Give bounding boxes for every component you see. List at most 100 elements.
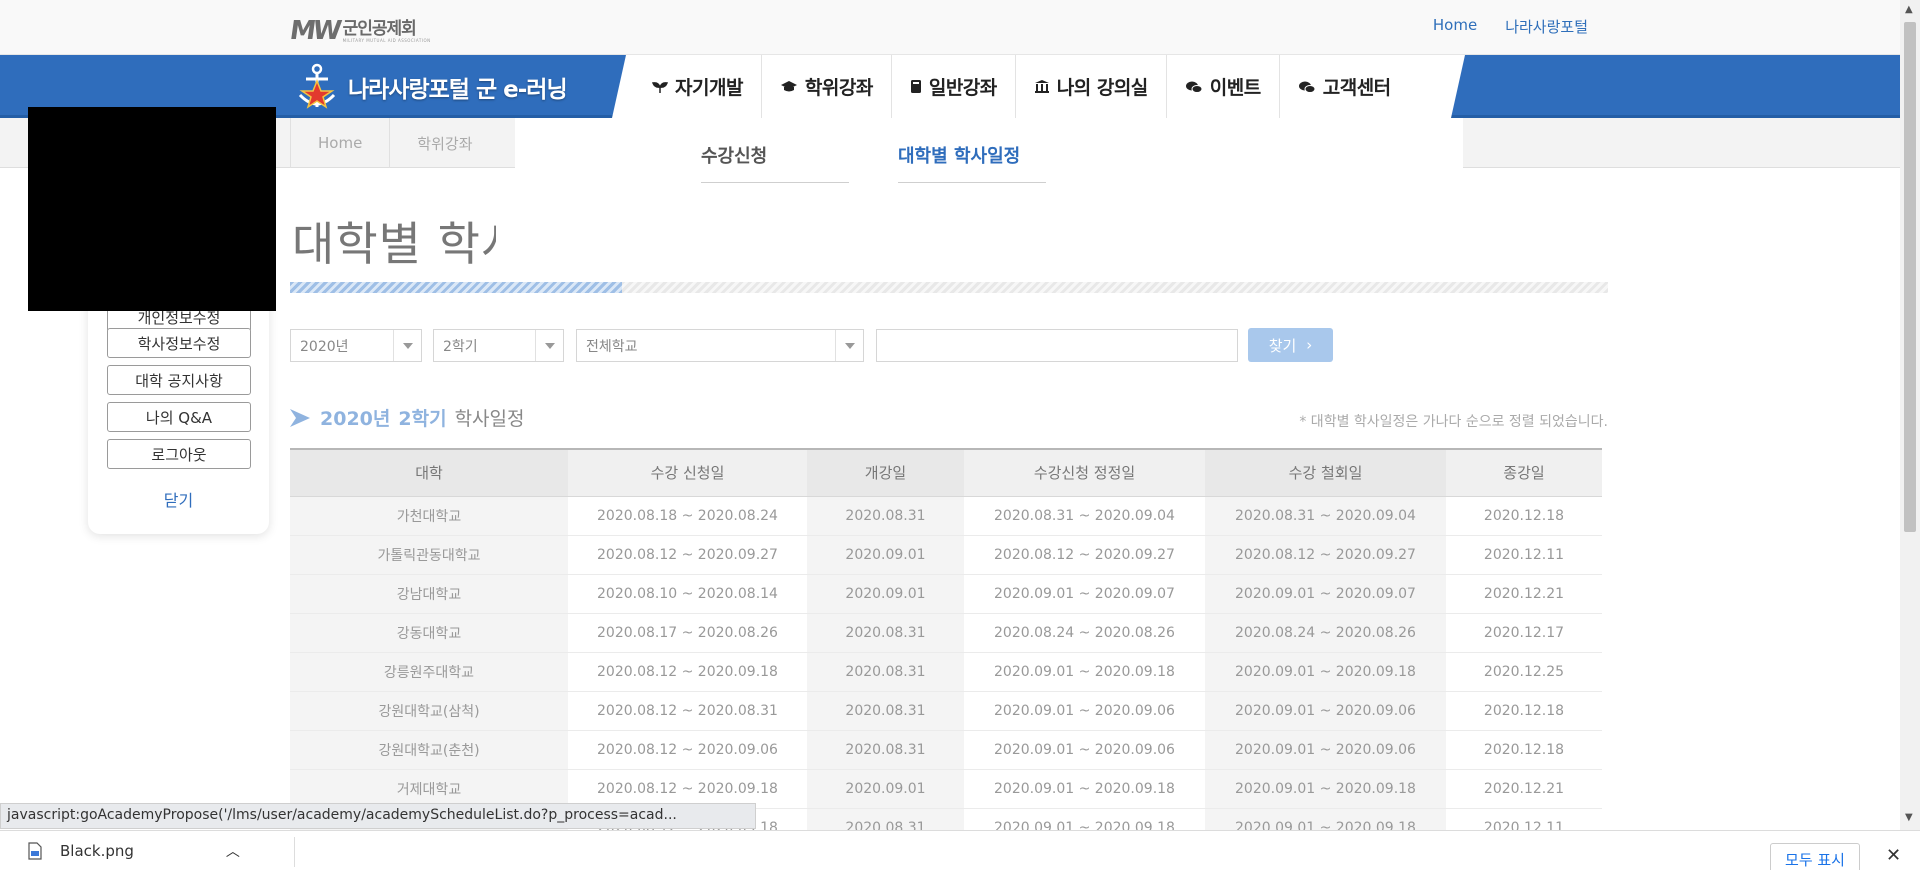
col-header-university: 대학 xyxy=(290,448,568,497)
table-cell: 2020.12.11 xyxy=(1446,535,1602,575)
table-cell: 가천대학교 xyxy=(290,496,568,536)
mw-logo[interactable]: MW 군인공제회 MILITARY MUTUAL AID ASSOCIATION xyxy=(287,16,431,46)
year-select[interactable]: 2020년 xyxy=(290,329,422,362)
brand-logo[interactable]: 나라사랑포털 군 e-러닝 xyxy=(292,59,568,115)
page-title: 대학별 학시 xyxy=(292,217,525,271)
graduation-cap-icon xyxy=(780,80,798,93)
table-cell: 강원대학교(삼척) xyxy=(290,691,568,731)
table-row: 강원대학교(춘천) 2020.08.12 ~ 2020.09.06 2020.08.… xyxy=(290,730,1602,770)
table-cell: 2020.08.31 xyxy=(807,730,964,770)
file-icon xyxy=(28,842,42,860)
download-separator xyxy=(294,837,295,867)
table-cell: 2020.08.24 ~ 2020.08.26 xyxy=(1205,613,1446,653)
menu-degree-courses[interactable]: 학위강좌 xyxy=(762,55,892,118)
chevron-right-icon: › xyxy=(1306,336,1313,354)
download-filename: Black.png xyxy=(60,842,134,860)
table-cell: 2020.08.18 ~ 2020.08.24 xyxy=(568,496,807,536)
table-row: 가천대학교 2020.08.18 ~ 2020.08.24 2020.08.31 20… xyxy=(290,496,1602,536)
table-cell: 2020.09.01 ~ 2020.09.18 xyxy=(964,769,1205,809)
table-cell: 2020.09.01 ~ 2020.09.06 xyxy=(964,691,1205,731)
search-input[interactable] xyxy=(876,329,1238,362)
anchor-star-emblem-icon xyxy=(298,63,336,109)
chevron-up-icon[interactable]: ︿ xyxy=(226,841,240,861)
table-cell: 2020.08.17 ~ 2020.08.26 xyxy=(568,613,807,653)
table-row: 강원대학교(삼척) 2020.08.12 ~ 2020.08.31 2020.08.… xyxy=(290,691,1602,731)
status-url-bar: javascript:goAcademyPropose('/lms/user/a… xyxy=(0,803,756,829)
page-scrollbar[interactable]: ▲ ▼ xyxy=(1900,0,1920,830)
submenu-academic-calendar[interactable]: 대학별 학사일정 xyxy=(898,142,1046,183)
download-bar: Black.png ︿ 모두 표시 ✕ xyxy=(0,830,1920,870)
breadcrumb-home[interactable]: Home xyxy=(290,118,389,168)
close-panel-link[interactable]: 닫기 xyxy=(88,487,269,511)
menu-general-courses[interactable]: 일반강좌 xyxy=(892,55,1016,118)
term-select[interactable]: 2학기 xyxy=(433,329,564,362)
table-cell: 강릉원주대학교 xyxy=(290,652,568,692)
scroll-up-arrow-icon[interactable]: ▲ xyxy=(1905,4,1913,15)
table-cell: 2020.08.31 ~ 2020.09.04 xyxy=(1205,496,1446,536)
top-utility-bar: MW 군인공제회 MILITARY MUTUAL AID ASSOCIATION… xyxy=(0,0,1900,55)
breadcrumb-degree[interactable]: 학위강좌 xyxy=(389,118,499,168)
section-heading: 2020년 2학기 학사일정 xyxy=(290,404,524,431)
menu-label: 일반강좌 xyxy=(928,77,997,99)
title-overlay xyxy=(496,204,621,276)
table-cell: 2020.08.12 ~ 2020.09.06 xyxy=(568,730,807,770)
edit-academic-info-button[interactable]: 학사정보수정 xyxy=(107,328,251,358)
my-qna-button[interactable]: 나의 Q&A xyxy=(107,402,251,432)
section-label: 학사일정 xyxy=(454,408,525,430)
table-cell: 2020.12.18 xyxy=(1446,730,1602,770)
section-term: 2학기 xyxy=(398,408,447,430)
submenu-dropdown: 수강신청 대학별 학사일정 xyxy=(515,118,1463,202)
arrow-right-icon xyxy=(290,408,310,427)
university-notice-button[interactable]: 대학 공지사항 xyxy=(107,365,251,395)
submenu-course-registration[interactable]: 수강신청 xyxy=(701,142,849,183)
table-cell: 2020.12.25 xyxy=(1446,652,1602,692)
menu-customer-center[interactable]: 고객센터 xyxy=(1280,55,1409,118)
table-cell: 2020.09.01 xyxy=(807,769,964,809)
table-cell: 강동대학교 xyxy=(290,613,568,653)
year-select-value: 2020년 xyxy=(300,338,349,355)
top-links: Home 나라사랑포털 xyxy=(1433,16,1588,37)
title-underline-strip xyxy=(290,282,1608,293)
table-cell: 강원대학교(춘천) xyxy=(290,730,568,770)
menu-label: 학위강좌 xyxy=(804,77,873,99)
menu-events[interactable]: 이벤트 xyxy=(1167,55,1280,118)
sort-note: * 대학별 학사일정은 가나다 순으로 정렬 되었습니다. xyxy=(1299,414,1608,430)
table-cell: 2020.12.18 xyxy=(1446,691,1602,731)
user-side-panel: 개인정보수정 학사정보수정 대학 공지사항 나의 Q&A 로그아웃 닫기 xyxy=(88,290,269,534)
menu-label: 이벤트 xyxy=(1209,77,1261,99)
portal-link[interactable]: 나라사랑포털 xyxy=(1505,16,1588,37)
table-cell: 2020.08.12 ~ 2020.09.27 xyxy=(568,535,807,575)
find-button[interactable]: 찾기 › xyxy=(1248,328,1333,362)
table-cell: 2020.08.10 ~ 2020.08.14 xyxy=(568,574,807,614)
home-link[interactable]: Home xyxy=(1433,16,1477,37)
table-cell: 2020.09.01 ~ 2020.09.06 xyxy=(1205,691,1446,731)
redacted-area xyxy=(28,107,276,311)
logout-button[interactable]: 로그아웃 xyxy=(107,439,251,469)
table-cell: 2020.08.31 xyxy=(807,691,964,731)
menu-self-development[interactable]: 자기개발 xyxy=(634,55,762,118)
term-select-value: 2학기 xyxy=(443,338,478,355)
institution-icon xyxy=(1034,79,1050,94)
table-cell: 2020.12.17 xyxy=(1446,613,1602,653)
table-cell: 2020.08.24 ~ 2020.08.26 xyxy=(964,613,1205,653)
brand-text: 나라사랑포털 군 e-러닝 xyxy=(348,77,568,103)
download-item[interactable]: Black.png ︿ xyxy=(28,841,240,861)
logo-subtext: MILITARY MUTUAL AID ASSOCIATION xyxy=(342,38,431,43)
logo-mark: MW xyxy=(287,16,341,46)
table-cell: 2020.08.12 ~ 2020.09.27 xyxy=(964,535,1205,575)
show-all-button[interactable]: 모두 표시 xyxy=(1770,843,1860,870)
logo-text: 군인공제회 xyxy=(342,19,417,39)
school-select-value: 전체학교 xyxy=(586,338,638,355)
scrollbar-thumb[interactable] xyxy=(1904,22,1916,532)
breadcrumb: Home 학위강좌 xyxy=(290,118,500,168)
scroll-down-arrow-icon[interactable]: ▼ xyxy=(1905,812,1913,823)
menu-my-classroom[interactable]: 나의 강의실 xyxy=(1016,55,1167,118)
close-icon[interactable]: ✕ xyxy=(1886,845,1901,866)
chat-icon xyxy=(1185,80,1203,94)
chat-icon xyxy=(1298,80,1316,94)
table-cell: 2020.09.01 ~ 2020.09.07 xyxy=(1205,574,1446,614)
col-header-end: 종강일 xyxy=(1446,448,1602,497)
table-cell: 강남대학교 xyxy=(290,574,568,614)
school-select[interactable]: 전체학교 xyxy=(576,329,864,362)
menu-label: 자기개발 xyxy=(675,77,743,99)
